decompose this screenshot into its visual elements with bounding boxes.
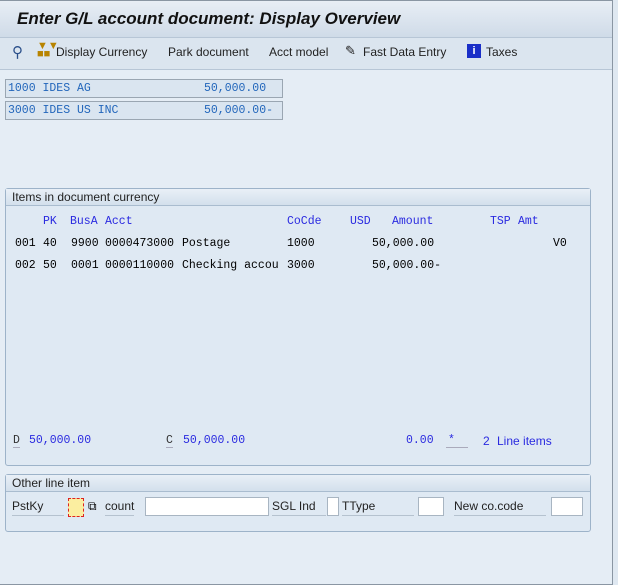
park-document-button[interactable]: Park document xyxy=(168,45,249,59)
sgl-label: SGL Ind xyxy=(272,497,326,516)
acct-model-button[interactable]: Acct model xyxy=(269,45,328,59)
copy-icon[interactable]: ⧉ xyxy=(88,499,97,514)
new-cocode-input[interactable] xyxy=(551,497,583,516)
cell-acct: 0000110000 xyxy=(105,259,175,272)
account-label: count xyxy=(105,497,135,516)
cell-amount: 50,000.00- xyxy=(372,259,442,272)
sgl-input[interactable] xyxy=(327,497,339,516)
col-pk: PK xyxy=(43,215,57,228)
new-cocode-label: New co.code xyxy=(454,497,546,516)
debit-total: 50,000.00 xyxy=(29,434,92,447)
page-title: Enter G/L account document: Display Over… xyxy=(17,9,401,28)
pstky-input[interactable] xyxy=(68,498,84,517)
cell-acct: 0000473000 xyxy=(105,237,175,250)
cell-busa: 0001 xyxy=(71,259,99,272)
ttype-input[interactable] xyxy=(418,497,444,516)
taxes-button[interactable]: Taxes xyxy=(486,45,517,59)
cell-tax: V0 xyxy=(553,237,567,250)
credit-total: 50,000.00 xyxy=(183,434,246,447)
other-panel-title: Other line item xyxy=(6,475,590,492)
col-cocde: CoCde xyxy=(287,215,322,228)
items-panel: Items in document currency PK BusA Acct … xyxy=(5,188,591,466)
pstky-label: PstKy xyxy=(12,497,64,516)
col-busa: BusA xyxy=(70,215,98,228)
cell-amount: 50,000.00 xyxy=(372,237,435,250)
cell-text: Postage xyxy=(182,237,231,250)
ttype-label: TType xyxy=(342,497,414,516)
search-icon[interactable]: ⚲ xyxy=(12,43,23,61)
account-input[interactable] xyxy=(145,497,269,516)
balance-indicator: * xyxy=(446,434,468,448)
company-code: 1000 IDES AG xyxy=(8,82,91,95)
cell-busa: 9900 xyxy=(71,237,99,250)
cell-pk: 40 xyxy=(43,237,57,250)
balance: 0.00 xyxy=(406,434,434,447)
company-code-row[interactable]: 3000 IDES US INC 50,000.00- xyxy=(5,101,283,120)
company-code: 3000 IDES US INC xyxy=(8,104,119,117)
line-items-label: Line items xyxy=(497,434,552,448)
toolbar: ⚲ ▼▼ ■■ Display Currency Park document Ac… xyxy=(0,38,612,70)
info-icon: i xyxy=(467,44,481,58)
other-line-item-panel: Other line item PstKy ⧉ count SGL Ind TT… xyxy=(5,474,591,532)
cell-text: Checking accou xyxy=(182,259,279,272)
col-amount: Amount xyxy=(392,215,434,228)
col-usd: USD xyxy=(350,215,371,228)
company-amount: 50,000.00 xyxy=(204,82,267,95)
cell-cocde: 3000 xyxy=(287,259,315,272)
line-count: 2 xyxy=(483,434,490,448)
cell-no: 002 xyxy=(15,259,36,272)
col-amt: Amt xyxy=(518,215,539,228)
cell-no: 001 xyxy=(15,237,36,250)
items-panel-title: Items in document currency xyxy=(6,189,590,206)
debit-label: D xyxy=(13,434,20,448)
col-acct: Acct xyxy=(105,215,133,228)
fast-data-entry-button[interactable]: Fast Data Entry xyxy=(363,45,446,59)
company-amount: 50,000.00- xyxy=(204,104,274,117)
display-currency-button[interactable]: Display Currency xyxy=(56,45,147,59)
col-tsp: TSP xyxy=(490,215,511,228)
credit-label: C xyxy=(166,434,173,448)
company-code-row[interactable]: 1000 IDES AG 50,000.00 xyxy=(5,79,283,98)
title-bar: Enter G/L account document: Display Over… xyxy=(0,1,612,38)
window: Enter G/L account document: Display Over… xyxy=(0,0,613,585)
cell-pk: 50 xyxy=(43,259,57,272)
fast-entry-icon: ✎ xyxy=(345,43,356,58)
cell-cocde: 1000 xyxy=(287,237,315,250)
